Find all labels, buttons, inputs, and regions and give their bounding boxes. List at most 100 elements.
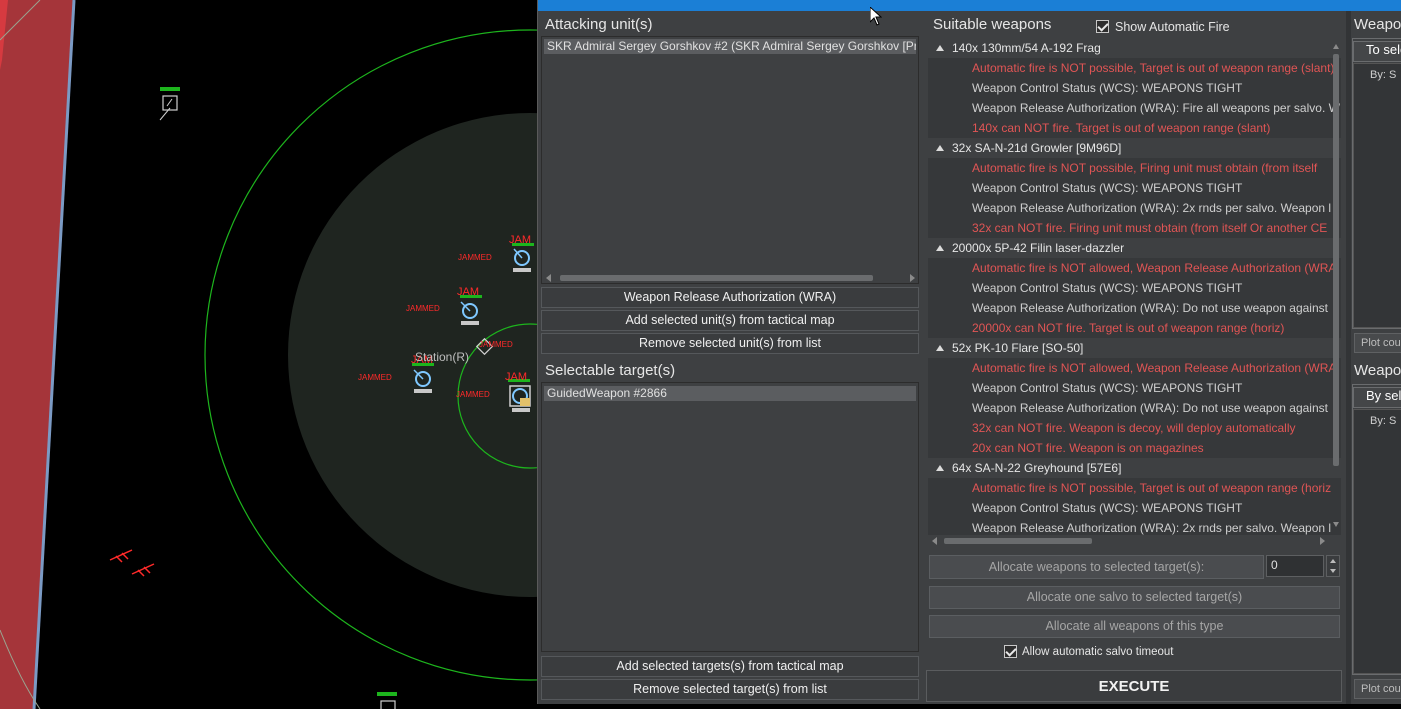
weapon-status-text: Weapon Release Authorization (WRA): Do n… bbox=[972, 401, 1328, 415]
contact-marker-bar bbox=[160, 87, 180, 91]
scroll-thumb[interactable] bbox=[560, 275, 873, 281]
land-area bbox=[0, 0, 74, 709]
scroll-left-icon[interactable] bbox=[932, 537, 937, 545]
allocate-all-weapons-button[interactable]: Allocate all weapons of this type bbox=[929, 615, 1340, 638]
scroll-left-icon[interactable] bbox=[546, 274, 551, 282]
auto-salvo-timeout-checkbox[interactable] bbox=[1004, 645, 1017, 658]
remove-targets-button[interactable]: Remove selected target(s) from list bbox=[541, 679, 919, 700]
mouse-cursor-icon bbox=[870, 7, 882, 26]
weapon-warning-text: 20000x can NOT fire. Target is out of we… bbox=[972, 321, 1285, 335]
weapons-tree[interactable]: 140x 130mm/54 A-192 Frag Automatic fire i… bbox=[928, 38, 1341, 535]
weapon-panel-content-2: By: S bbox=[1353, 409, 1401, 674]
show-auto-fire-label: Show Automatic Fire bbox=[1115, 20, 1230, 34]
weapon-warning-text: Automatic fire is NOT possible, Target i… bbox=[972, 61, 1335, 75]
weapon-warning-text: Automatic fire is NOT possible, Firing u… bbox=[972, 161, 1318, 175]
attacking-units-list[interactable]: SKR Admiral Sergey Gorshkov #2 (SKR Admi… bbox=[541, 36, 919, 284]
by-label-2: By: S bbox=[1370, 415, 1397, 427]
attacking-units-title: Attacking unit(s) bbox=[545, 16, 653, 33]
weapon-panel-title-2: Weapo bbox=[1354, 362, 1401, 379]
expand-triangle-icon[interactable] bbox=[936, 465, 944, 471]
weapon-group-name: 140x 130mm/54 A-192 Frag bbox=[952, 41, 1101, 55]
weapon-status-text: Weapon Control Status (WCS): WEAPONS TIG… bbox=[972, 181, 1243, 195]
execute-button[interactable]: EXECUTE bbox=[926, 670, 1342, 702]
weapon-status-text: Weapon Release Authorization (WRA): Fire… bbox=[972, 101, 1340, 115]
weapon-group-row[interactable]: 20000x 5P-42 Filin laser-dazzler bbox=[928, 238, 1124, 258]
show-auto-fire-checkbox[interactable] bbox=[1096, 20, 1109, 33]
jam-label-1: JAM bbox=[509, 234, 531, 246]
weapons-hscrollbar[interactable] bbox=[932, 536, 1328, 545]
targets-title: Selectable target(s) bbox=[545, 362, 676, 379]
targets-list[interactable]: GuidedWeapon #2866 bbox=[541, 382, 919, 652]
plot-course-button-1[interactable]: Plot cou bbox=[1354, 333, 1401, 353]
weapon-panel-box-1: To sele By: S bbox=[1352, 38, 1401, 329]
add-targets-button[interactable]: Add selected targets(s) from tactical ma… bbox=[541, 656, 919, 677]
jammed-label-5: JAMMED bbox=[456, 390, 490, 399]
contact-inner bbox=[166, 98, 173, 107]
hostile-contact-2 bbox=[131, 563, 155, 577]
wra-button[interactable]: Weapon Release Authorization (WRA) bbox=[541, 287, 919, 308]
scroll-right-icon[interactable] bbox=[910, 274, 915, 282]
weapon-group-row[interactable]: 140x 130mm/54 A-192 Frag bbox=[928, 38, 1101, 58]
weapon-status-text: Weapon Release Authorization (WRA): 2x r… bbox=[972, 521, 1332, 535]
target-row[interactable]: GuidedWeapon #2866 bbox=[544, 386, 916, 401]
weapon-group-row[interactable]: 32x SA-N-21d Growler [9M96D] bbox=[928, 138, 1121, 158]
allocate-weapons-label: Allocate weapons to selected target(s): bbox=[929, 555, 1264, 579]
expand-triangle-icon[interactable] bbox=[936, 145, 944, 151]
map-canvas[interactable]: JAM JAM JAM JAM JAMMED JAMMED JAMMED JAM… bbox=[0, 0, 537, 709]
weapons-vscroll-thumb[interactable] bbox=[1333, 54, 1339, 466]
attacking-list-hscrollbar[interactable] bbox=[546, 273, 916, 282]
jammed-label-2: JAMMED bbox=[406, 304, 440, 313]
contact-marker bbox=[162, 95, 178, 111]
to-select-tab[interactable]: To sele bbox=[1353, 41, 1401, 62]
panel-divider bbox=[1346, 11, 1351, 704]
weapon-group-row[interactable]: 64x SA-N-22 Greyhound [57E6] bbox=[928, 458, 1121, 478]
attacking-unit-row[interactable]: SKR Admiral Sergey Gorshkov #2 (SKR Admi… bbox=[544, 39, 916, 54]
allocate-quantity-input[interactable]: 0 bbox=[1266, 555, 1324, 577]
weapon-group-row[interactable]: 52x PK-10 Flare [SO-50] bbox=[928, 338, 1083, 358]
by-label-1: By: S bbox=[1370, 69, 1397, 81]
weapon-group-name: 32x SA-N-21d Growler [9M96D] bbox=[952, 141, 1122, 155]
weapon-status-text: Weapon Control Status (WCS): WEAPONS TIG… bbox=[972, 281, 1243, 295]
stepper-up-icon[interactable] bbox=[1330, 559, 1336, 563]
jammed-label-3: JAMMED bbox=[479, 340, 513, 349]
scroll-down-icon[interactable] bbox=[1333, 522, 1339, 527]
weapon-warning-text: 32x can NOT fire. Firing unit must obtai… bbox=[972, 221, 1328, 235]
quantity-stepper[interactable] bbox=[1326, 555, 1340, 577]
weapon-warning-text: Automatic fire is NOT allowed, Weapon Re… bbox=[972, 261, 1337, 275]
weapon-warning-text: 140x can NOT fire. Target is out of weap… bbox=[972, 121, 1271, 135]
bottom-unit-bar bbox=[377, 692, 397, 696]
auto-salvo-timeout-label: Allow automatic salvo timeout bbox=[1022, 646, 1174, 658]
expand-triangle-icon[interactable] bbox=[936, 245, 944, 251]
weapon-panel-title-1: Weapo bbox=[1354, 16, 1401, 33]
jam-label-2: JAM bbox=[457, 286, 479, 298]
weapon-warning-text: Automatic fire is NOT allowed, Weapon Re… bbox=[972, 361, 1337, 375]
jam-label-4: JAM bbox=[505, 371, 527, 383]
weapon-warning-text: Automatic fire is NOT possible, Target i… bbox=[972, 481, 1332, 495]
weapon-panel-box-2: By sel By: S bbox=[1352, 384, 1401, 675]
plot-course-button-2[interactable]: Plot cou bbox=[1354, 679, 1401, 699]
weapons-hscroll-thumb[interactable] bbox=[944, 538, 1092, 544]
suitable-weapons-title: Suitable weapons bbox=[933, 16, 1052, 33]
weapon-warning-text: 32x can NOT fire. Weapon is decoy, will … bbox=[972, 421, 1296, 435]
hostile-contact-1 bbox=[109, 549, 133, 563]
weapon-status-text: Weapon Control Status (WCS): WEAPONS TIG… bbox=[972, 381, 1243, 395]
attack-dialog: Attacking unit(s) SKR Admiral Sergey Gor… bbox=[537, 0, 1401, 704]
weapon-status-text: Weapon Release Authorization (WRA): Do n… bbox=[972, 301, 1328, 315]
by-selection-tab[interactable]: By sel bbox=[1353, 387, 1401, 408]
jammed-label-4: JAMMED bbox=[358, 373, 392, 382]
expand-triangle-icon[interactable] bbox=[936, 345, 944, 351]
remove-units-button[interactable]: Remove selected unit(s) from list bbox=[541, 333, 919, 354]
jammed-label-1: JAMMED bbox=[458, 253, 492, 262]
weapon-group-name: 52x PK-10 Flare [SO-50] bbox=[952, 341, 1084, 355]
stepper-down-icon[interactable] bbox=[1330, 569, 1336, 573]
allocate-one-salvo-button[interactable]: Allocate one salvo to selected target(s) bbox=[929, 586, 1340, 609]
expand-triangle-icon[interactable] bbox=[936, 45, 944, 51]
scroll-right-icon[interactable] bbox=[1320, 537, 1325, 545]
add-units-button[interactable]: Add selected unit(s) from tactical map bbox=[541, 310, 919, 331]
tactical-map[interactable]: JAM JAM JAM JAM JAMMED JAMMED JAMMED JAM… bbox=[0, 0, 537, 709]
weapon-panel-content-1: By: S bbox=[1353, 63, 1401, 328]
scroll-up-icon[interactable] bbox=[1333, 44, 1339, 49]
bottom-unit-marker bbox=[380, 700, 396, 709]
dialog-title-bar[interactable] bbox=[538, 0, 1401, 11]
weapons-vscrollbar[interactable] bbox=[1333, 44, 1339, 527]
